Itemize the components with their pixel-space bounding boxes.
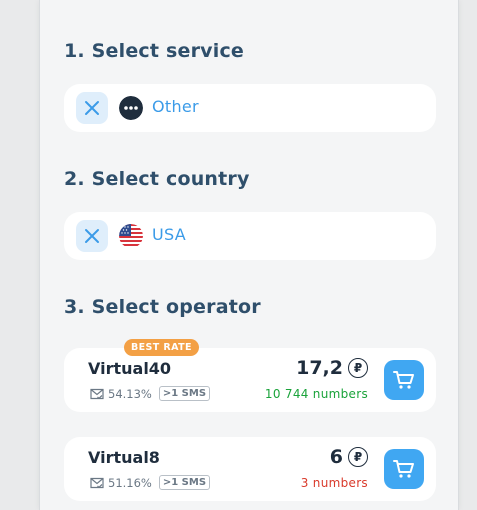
sms-tag: >1 SMS [158, 475, 211, 490]
section-title-country: 2. Select country [64, 168, 250, 190]
close-icon [85, 101, 99, 115]
cart-icon [393, 371, 414, 389]
service-selector[interactable]: Other [64, 84, 436, 132]
close-icon [85, 229, 99, 243]
buy-cart-button[interactable] [384, 360, 424, 400]
usa-flag-icon [119, 224, 143, 248]
operator-card[interactable]: Virtual8 51.16% >1 SMS 6 ₽ 3 numbers [64, 437, 436, 501]
operator-rate: 51.16% [108, 475, 152, 490]
section-title-operator: 3. Select operator [64, 296, 261, 318]
cart-icon [393, 460, 414, 478]
more-dots-icon [119, 96, 143, 120]
selected-service-label: Other [152, 97, 199, 116]
price-row: 17,2 ₽ [296, 357, 368, 379]
envelope-check-icon [90, 388, 104, 399]
best-rate-badge: BEST RATE [124, 339, 199, 356]
ruble-icon: ₽ [348, 447, 368, 467]
envelope-check-icon [90, 477, 104, 488]
numbers-available: 10 744 numbers [264, 387, 368, 401]
operator-name: Virtual40 [88, 359, 172, 378]
operator-price: 17,2 [296, 357, 343, 379]
clear-country-button[interactable] [76, 220, 108, 252]
clear-service-button[interactable] [76, 92, 108, 124]
price-row: 6 ₽ [330, 446, 368, 468]
operator-card[interactable]: BEST RATE Virtual40 54.13% >1 SMS 17,2 ₽… [64, 339, 436, 412]
section-title-service: 1. Select service [64, 40, 244, 62]
main-panel: 1. Select service Other 2. Select countr… [39, 0, 459, 510]
operator-name: Virtual8 [88, 448, 160, 467]
ruble-icon: ₽ [348, 358, 368, 378]
operator-stats: 54.13% >1 SMS [90, 386, 211, 401]
sms-tag: >1 SMS [158, 386, 211, 401]
operator-price: 6 [329, 446, 343, 468]
buy-cart-button[interactable] [384, 449, 424, 489]
numbers-available: 3 numbers [300, 476, 368, 490]
country-selector[interactable]: USA [64, 212, 436, 260]
selected-country-label: USA [152, 225, 187, 244]
operator-rate: 54.13% [108, 386, 152, 401]
operator-stats: 51.16% >1 SMS [90, 475, 211, 490]
